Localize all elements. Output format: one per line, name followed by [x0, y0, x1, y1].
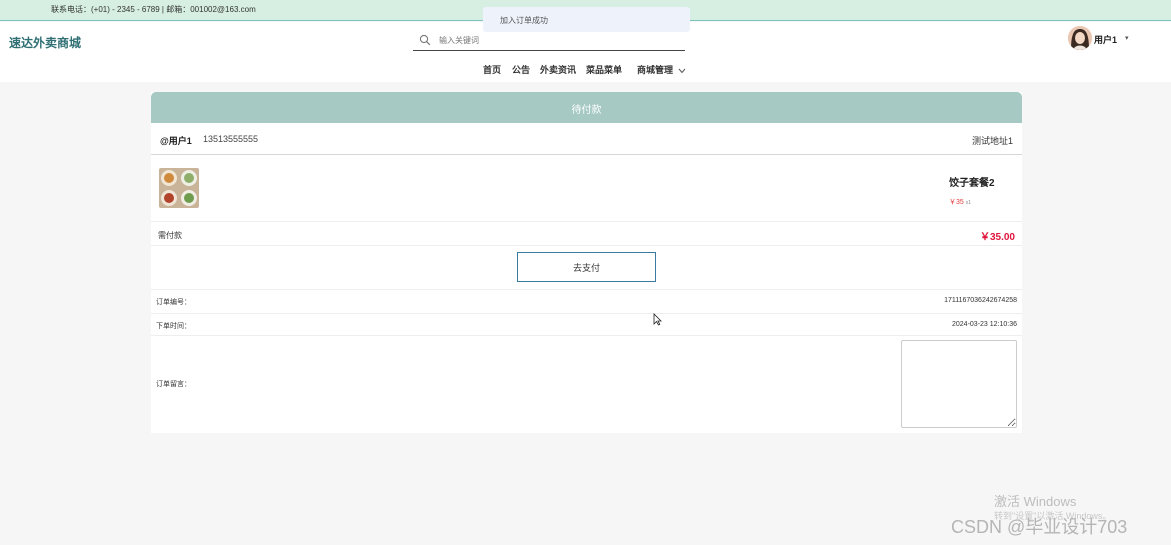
order-status-bar: 待付款 — [151, 92, 1022, 123]
chevron-down-icon[interactable]: ▾ — [1125, 34, 1129, 42]
address-row: @用户1 13513555555 测试地址1 — [151, 123, 1022, 155]
goods-name: 饺子套餐2 — [949, 178, 995, 189]
order-detail-card: 待付款 @用户1 13513555555 测试地址1 饺子套餐2 ￥35 x1 需… — [151, 92, 1022, 433]
nav-item-label: 商城管理 — [637, 65, 674, 75]
payment-amount: ￥35.00 — [979, 232, 1015, 243]
nav-item-notice[interactable]: 公告 — [512, 63, 530, 76]
order-number-label: 订单编号： — [156, 299, 191, 306]
goods-price-value: ￥35 — [949, 199, 964, 206]
user-name[interactable]: 用户1 — [1094, 33, 1117, 46]
order-time-row: 下单时间： 2024-03-23 12:10:36 — [151, 314, 1022, 336]
recipient-phone: 13513555555 — [203, 134, 259, 144]
payment-label: 需付款 — [158, 231, 182, 240]
nav-item-news[interactable]: 外卖资讯 — [540, 63, 576, 76]
order-status: 待付款 — [571, 105, 602, 116]
toast-notification: 加入订单成功 — [483, 7, 690, 32]
recipient-name: @用户1 — [160, 136, 192, 146]
nav-item-home[interactable]: 首页 — [483, 63, 501, 76]
search-icon[interactable] — [419, 34, 431, 46]
goods-quantity: x1 — [965, 200, 972, 206]
avatar[interactable] — [1068, 26, 1092, 50]
order-time-value: 2024-03-23 12:10:36 — [952, 321, 1017, 328]
order-number-value: 1711167036242674258 — [944, 297, 1017, 304]
nav-item-mall-manage[interactable]: 商城管理 — [637, 63, 686, 76]
pay-button[interactable]: 去支付 — [517, 252, 656, 282]
contact-info: 联系电话：(+01) - 2345 - 6789 | 邮箱：001002@163… — [51, 5, 256, 14]
mouse-cursor-icon — [653, 313, 662, 326]
nav-item-menu[interactable]: 菜品菜单 — [586, 63, 622, 76]
search-input[interactable] — [439, 33, 679, 47]
goods-image[interactable] — [159, 168, 199, 208]
order-number-row: 订单编号： 1711167036242674258 — [151, 290, 1022, 314]
toast-message: 加入订单成功 — [500, 16, 548, 25]
pay-button-row: 去支付 — [151, 246, 1022, 290]
site-logo[interactable]: 速达外卖商城 — [9, 34, 81, 51]
order-remark-input[interactable] — [901, 340, 1017, 428]
goods-item: 饺子套餐2 ￥35 x1 — [151, 155, 1022, 222]
order-remark-label: 订单留言： — [156, 381, 191, 388]
chevron-down-icon — [678, 68, 685, 73]
goods-price: ￥35 x1 — [949, 197, 971, 207]
payment-row: 需付款 ￥35.00 — [151, 222, 1022, 246]
recipient-address: 测试地址1 — [971, 136, 1013, 146]
csdn-watermark: CSDN @毕业设计703 — [951, 517, 1128, 537]
windows-activation-watermark: 激活 Windows — [994, 494, 1077, 509]
search-bar — [413, 30, 685, 51]
order-time-label: 下单时间： — [156, 323, 191, 330]
